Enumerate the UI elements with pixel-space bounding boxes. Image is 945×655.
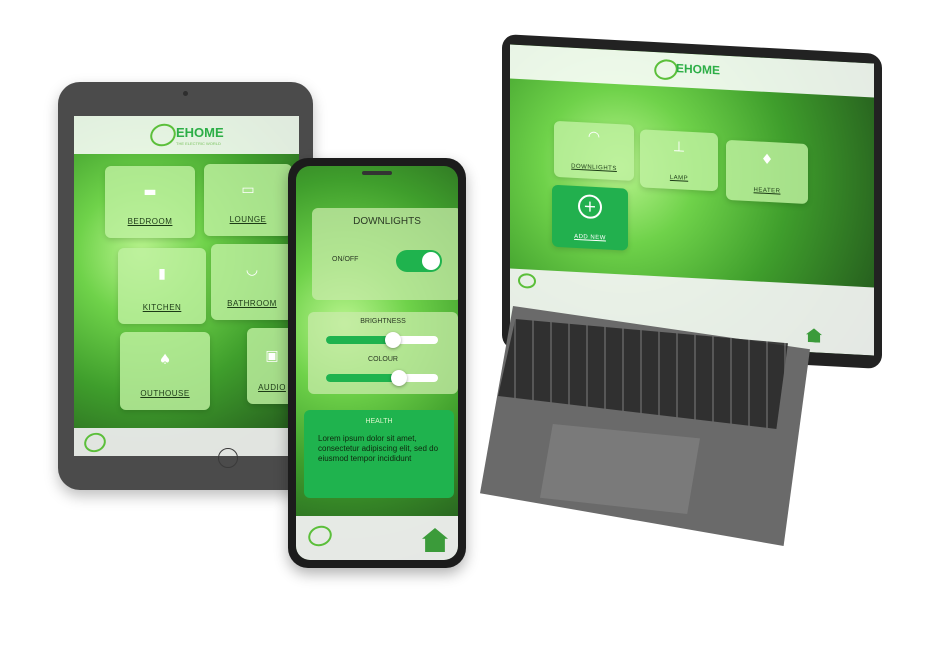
downlight-icon: ◠	[587, 128, 601, 146]
fridge-icon: ▮	[158, 266, 166, 282]
health-text: Lorem ipsum dolor sit amet, consectetur …	[318, 434, 439, 463]
colour-slider[interactable]	[326, 370, 438, 386]
laptop-header: EHOME	[510, 44, 874, 98]
device-tile-lamp[interactable]: ⊥ LAMP	[640, 129, 718, 192]
brightness-label: BRIGHTNESS	[360, 318, 406, 325]
brightness-slider[interactable]	[326, 332, 438, 348]
phone-device: DOWNLIGHTS ON/OFF BRIGHTNESS COLOUR HEAL…	[288, 158, 466, 568]
tablet-device: EHOME THE ELECTRIC WORLD ▬ BEDROOM ▭ LOU…	[58, 82, 313, 490]
device-label: HEATER	[753, 187, 781, 195]
tablet-footer	[74, 428, 299, 456]
toggle-label: ON/OFF	[332, 256, 359, 263]
sliders-panel: BRIGHTNESS COLOUR	[308, 312, 458, 394]
bed-icon: ▬	[143, 184, 157, 200]
footer-logo-icon[interactable]	[81, 429, 109, 456]
room-label: LOUNGE	[229, 215, 267, 224]
power-toggle[interactable]	[396, 250, 442, 272]
toggle-knob	[422, 252, 440, 270]
room-label: KITCHEN	[142, 303, 182, 312]
colour-knob[interactable]	[390, 370, 407, 386]
sofa-icon: ▭	[241, 182, 255, 198]
room-label: OUTHOUSE	[140, 389, 190, 398]
tablet-screen: EHOME THE ELECTRIC WORLD ▬ BEDROOM ▭ LOU…	[74, 116, 299, 456]
device-label: DOWNLIGHTS	[571, 163, 617, 173]
room-tile-kitchen[interactable]: ▮ KITCHEN	[118, 248, 206, 324]
room-label: BATHROOM	[227, 299, 277, 308]
brand-logo-icon	[147, 120, 179, 150]
room-label: BEDROOM	[127, 217, 173, 226]
brightness-fill	[326, 336, 394, 344]
phone-screen: DOWNLIGHTS ON/OFF BRIGHTNESS COLOUR HEAL…	[296, 166, 458, 560]
device-label: LAMP	[669, 174, 689, 182]
brand-name: EHOME	[676, 61, 721, 78]
tablet-header: EHOME THE ELECTRIC WORLD	[74, 116, 299, 154]
room-tile-bathroom[interactable]: ◡ BATHROOM	[211, 244, 293, 320]
brightness-knob[interactable]	[385, 332, 402, 348]
colour-fill	[326, 374, 399, 382]
brand-name: EHOME	[176, 125, 224, 140]
speaker-icon: ▣	[265, 348, 279, 364]
plus-icon: +	[578, 194, 602, 220]
home-icon[interactable]	[422, 528, 448, 552]
device-tile-heater[interactable]: ♦ HEATER	[726, 139, 808, 205]
laptop-screen: EHOME ◠ DOWNLIGHTS ⊥ LAMP ♦ HEATER + ADD…	[510, 44, 874, 356]
add-new-button[interactable]: + ADD NEW	[552, 184, 628, 251]
health-title: HEALTH	[365, 418, 393, 425]
device-tile-downlights[interactable]: ◠ DOWNLIGHTS	[554, 120, 634, 181]
panel-title: DOWNLIGHTS	[353, 216, 421, 227]
colour-label: COLOUR	[368, 356, 398, 363]
footer-logo-icon[interactable]	[305, 522, 335, 550]
tree-icon: ♠	[158, 352, 172, 368]
tablet-home-button[interactable]	[218, 448, 238, 468]
home-icon[interactable]	[806, 328, 822, 343]
lamp-icon: ⊥	[672, 138, 686, 156]
tablet-camera	[183, 91, 188, 96]
footer-logo-icon[interactable]	[518, 272, 536, 289]
phone-speaker	[362, 171, 392, 175]
health-panel: HEALTH Lorem ipsum dolor sit amet, conse…	[304, 410, 454, 498]
phone-footer	[296, 516, 458, 560]
room-tile-bedroom[interactable]: ▬ BEDROOM	[105, 166, 195, 238]
downlights-panel: DOWNLIGHTS ON/OFF	[312, 208, 458, 300]
room-tile-lounge[interactable]: ▭ LOUNGE	[204, 164, 292, 236]
flame-icon: ♦	[760, 151, 774, 169]
add-new-label: ADD NEW	[574, 233, 606, 242]
bathtub-icon: ◡	[245, 262, 259, 278]
brand-tagline: THE ELECTRIC WORLD	[176, 141, 221, 146]
laptop-device: EHOME ◠ DOWNLIGHTS ⊥ LAMP ♦ HEATER + ADD…	[480, 34, 890, 546]
room-tile-outhouse[interactable]: ♠ OUTHOUSE	[120, 332, 210, 410]
